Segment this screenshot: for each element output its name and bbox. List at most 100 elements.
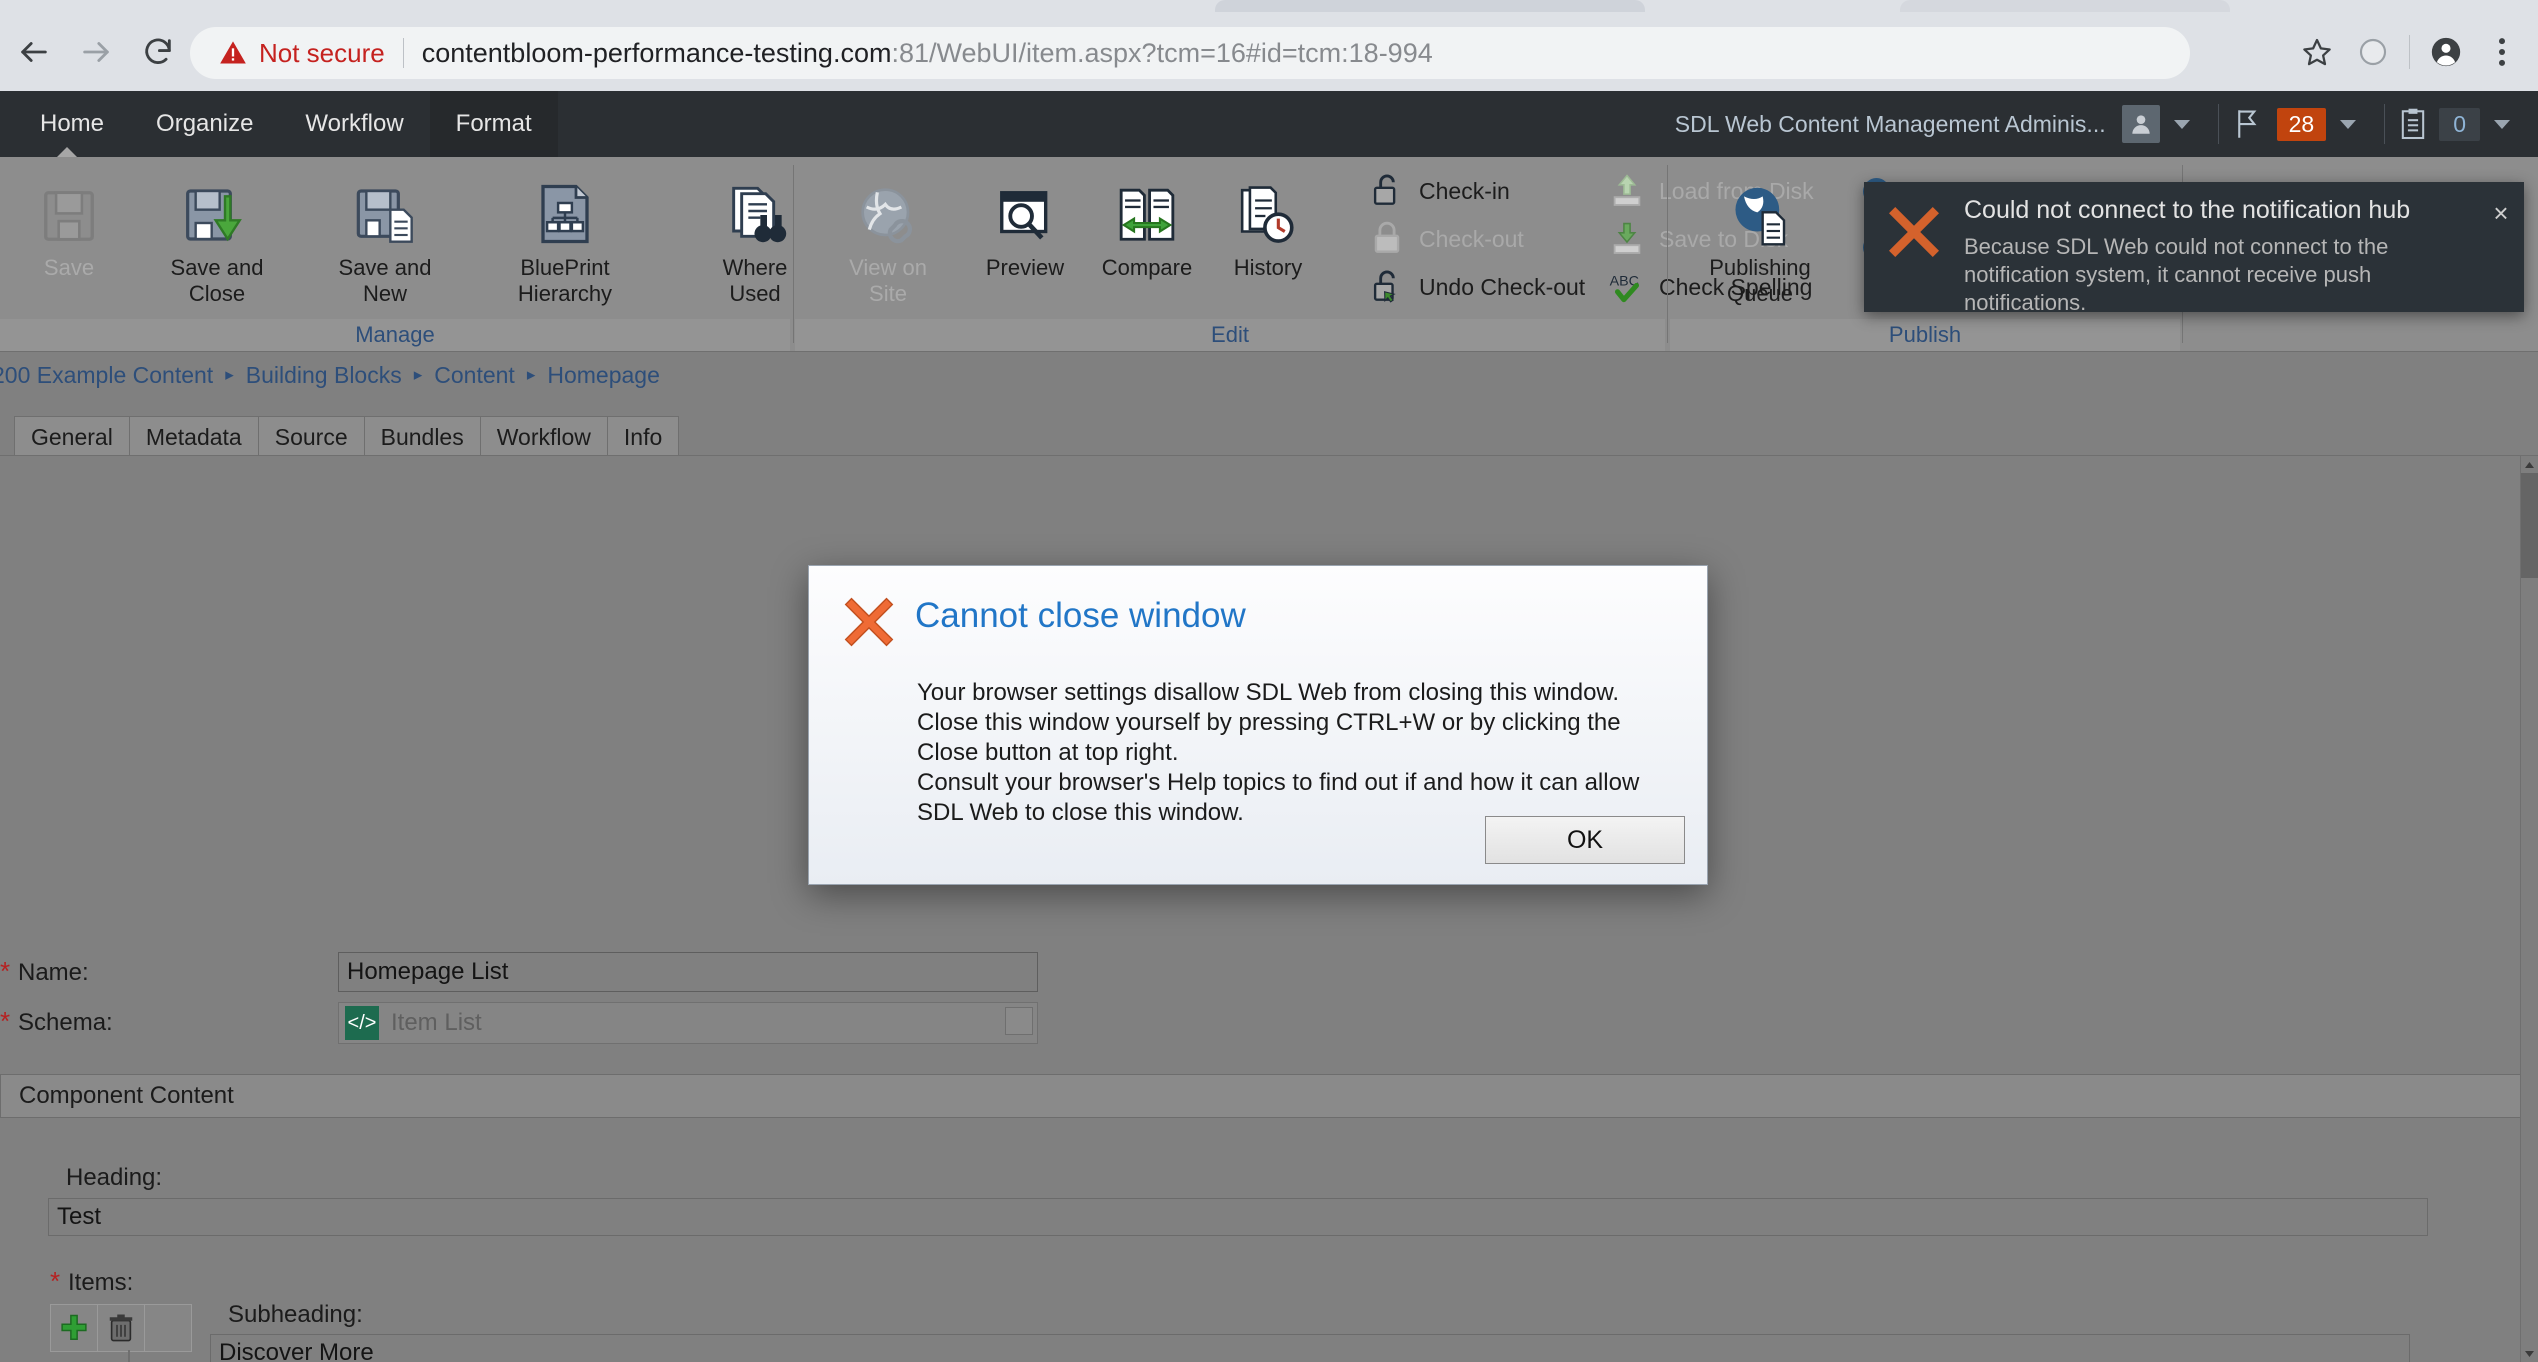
schema-value: Item List [391, 1009, 482, 1036]
url-domain: contentbloom-performance-testing.com [421, 37, 892, 68]
items-toolbar-spacer [145, 1305, 191, 1351]
name-input[interactable] [338, 952, 1038, 992]
save-button[interactable]: Save [14, 165, 124, 281]
avatar[interactable] [2121, 105, 2160, 143]
dialog-footer: OK [1485, 816, 1685, 864]
breadcrumb-item-2[interactable]: Content [434, 362, 515, 389]
three-dot-menu-icon[interactable] [2474, 26, 2530, 78]
tab-general[interactable]: General [14, 416, 130, 457]
vertical-scrollbar[interactable] [2520, 456, 2538, 1362]
blueprint-hierarchy-button[interactable]: BluePrint Hierarchy [452, 165, 678, 307]
clipboard-chevron-down-icon[interactable] [2494, 119, 2510, 129]
heading-input[interactable] [48, 1198, 2428, 1236]
globe-link-icon [856, 165, 920, 247]
menu-item-organize[interactable]: Organize [130, 91, 279, 157]
compare-button[interactable]: Compare [1083, 165, 1211, 281]
scroll-down-arrow-icon[interactable] [2521, 1345, 2538, 1362]
breadcrumb-separator-icon: ▸ [413, 365, 423, 384]
breadcrumb-item-0[interactable]: 200 Example Content [0, 362, 213, 389]
reload-icon[interactable] [132, 26, 184, 78]
where-used-binoculars-icon [723, 165, 787, 247]
forward-arrow-icon[interactable] [70, 26, 122, 78]
save-and-new-icon [352, 165, 418, 247]
user-menu-chevron-down-icon[interactable] [2173, 119, 2190, 129]
current-user-label: SDL Web Content Management Adminis... [1674, 110, 2106, 137]
publishing-queue-icon [1728, 165, 1792, 247]
save-and-close-button-label: Save and Close [170, 255, 264, 306]
plus-add-icon[interactable] [51, 1305, 98, 1351]
clipboard-icon[interactable] [2399, 107, 2427, 141]
ok-button[interactable]: OK [1485, 816, 1685, 864]
notification-toast-message: Because SDL Web could not connect to the… [1964, 234, 2389, 315]
items-toolbar [50, 1304, 192, 1352]
notification-chevron-down-icon[interactable] [2340, 119, 2357, 129]
view-on-site-button-label: View on Site [849, 255, 927, 306]
close-icon[interactable]: × [2478, 196, 2524, 312]
ribbon-group-edit-label: Edit [795, 319, 1665, 351]
breadcrumb: 200 Example Content ▸ Building Blocks ▸ … [0, 360, 660, 390]
history-button[interactable]: History [1209, 165, 1327, 281]
save-and-new-button[interactable]: Save and New [320, 165, 450, 307]
error-x-icon [1864, 196, 1964, 312]
clipboard-count-badge[interactable]: 0 [2439, 107, 2480, 141]
publishing-queue-button[interactable]: Publishing Queue [1680, 165, 1840, 307]
compare-documents-icon [1116, 165, 1178, 247]
compare-button-label: Compare [1101, 255, 1193, 280]
menu-item-organize-label: Organize [156, 110, 254, 137]
browser-tab[interactable] [1215, 0, 1645, 12]
star-icon[interactable] [2289, 26, 2345, 78]
notification-count-badge[interactable]: 28 [2276, 107, 2327, 141]
menu-item-format-label: Format [455, 110, 532, 137]
schema-dropdown-button[interactable] [1005, 1007, 1033, 1035]
back-arrow-icon[interactable] [8, 26, 60, 78]
extensions-circle-icon[interactable] [2345, 26, 2401, 78]
notification-toast: Could not connect to the notification hu… [1864, 182, 2524, 315]
items-required-marker: * [50, 1266, 61, 1296]
dialog-title: Cannot close window [915, 596, 1246, 635]
dialog-header: Cannot close window [809, 566, 1707, 650]
menubar-divider-2 [2384, 104, 2386, 144]
schema-label: Schema: [18, 1009, 113, 1036]
tab-source[interactable]: Source [257, 416, 365, 457]
schema-required-marker: * [0, 1006, 11, 1036]
flag-icon[interactable] [2233, 107, 2263, 141]
scrollbar-thumb[interactable] [2521, 473, 2538, 578]
scroll-up-arrow-icon[interactable] [2521, 456, 2538, 473]
save-button-label: Save [43, 255, 95, 280]
dialog-message: Your browser settings disallow SDL Web f… [917, 679, 1640, 826]
application-window: Not secure contentbloom-performance-test… [0, 0, 2538, 1362]
notification-toast-body: Could not connect to the notification hu… [1964, 196, 2478, 315]
item-tabs: General Metadata Source Bundles Workflow… [14, 415, 680, 457]
tab-bundles[interactable]: Bundles [363, 416, 481, 457]
check-out-button[interactable]: Check-out [1365, 217, 1524, 261]
tab-workflow[interactable]: Workflow [479, 416, 608, 457]
browser-tabstrip [0, 0, 2538, 12]
browser-navbar: Not secure contentbloom-performance-test… [0, 12, 2538, 91]
undo-check-out-button[interactable]: Undo Check-out [1365, 265, 1585, 309]
subheading-input[interactable] [210, 1334, 2410, 1362]
menu-item-format[interactable]: Format [429, 91, 558, 157]
menu-item-home-label: Home [40, 110, 105, 137]
breadcrumb-item-3[interactable]: Homepage [547, 362, 660, 389]
tab-metadata[interactable]: Metadata [128, 416, 259, 457]
ribbon-group-manage-label: Manage [0, 319, 790, 351]
schema-picker[interactable]: </> Item List [338, 1002, 1038, 1044]
locked-padlock-icon [1365, 220, 1409, 258]
check-in-button[interactable]: Check-in [1365, 169, 1510, 213]
trash-delete-icon[interactable] [98, 1305, 145, 1351]
address-bar[interactable]: Not secure contentbloom-performance-test… [190, 27, 2190, 79]
sdl-menubar-right: SDL Web Content Management Adminis... 28… [1675, 91, 2524, 157]
omnibox-divider [402, 38, 404, 68]
save-and-close-button[interactable]: Save and Close [124, 165, 310, 307]
profile-avatar-icon[interactable] [2418, 26, 2474, 78]
view-on-site-button[interactable]: View on Site [813, 165, 963, 307]
download-disk-icon [1605, 220, 1649, 258]
breadcrumb-item-1[interactable]: Building Blocks [246, 362, 402, 389]
preview-button[interactable]: Preview [965, 165, 1085, 281]
menu-item-workflow[interactable]: Workflow [279, 91, 429, 157]
tab-info[interactable]: Info [606, 416, 680, 457]
history-clock-icon [1237, 165, 1299, 247]
menu-item-home[interactable]: Home [14, 91, 130, 158]
component-content-header: Component Content [0, 1074, 2521, 1118]
browser-tab-inactive[interactable] [1900, 0, 2230, 12]
